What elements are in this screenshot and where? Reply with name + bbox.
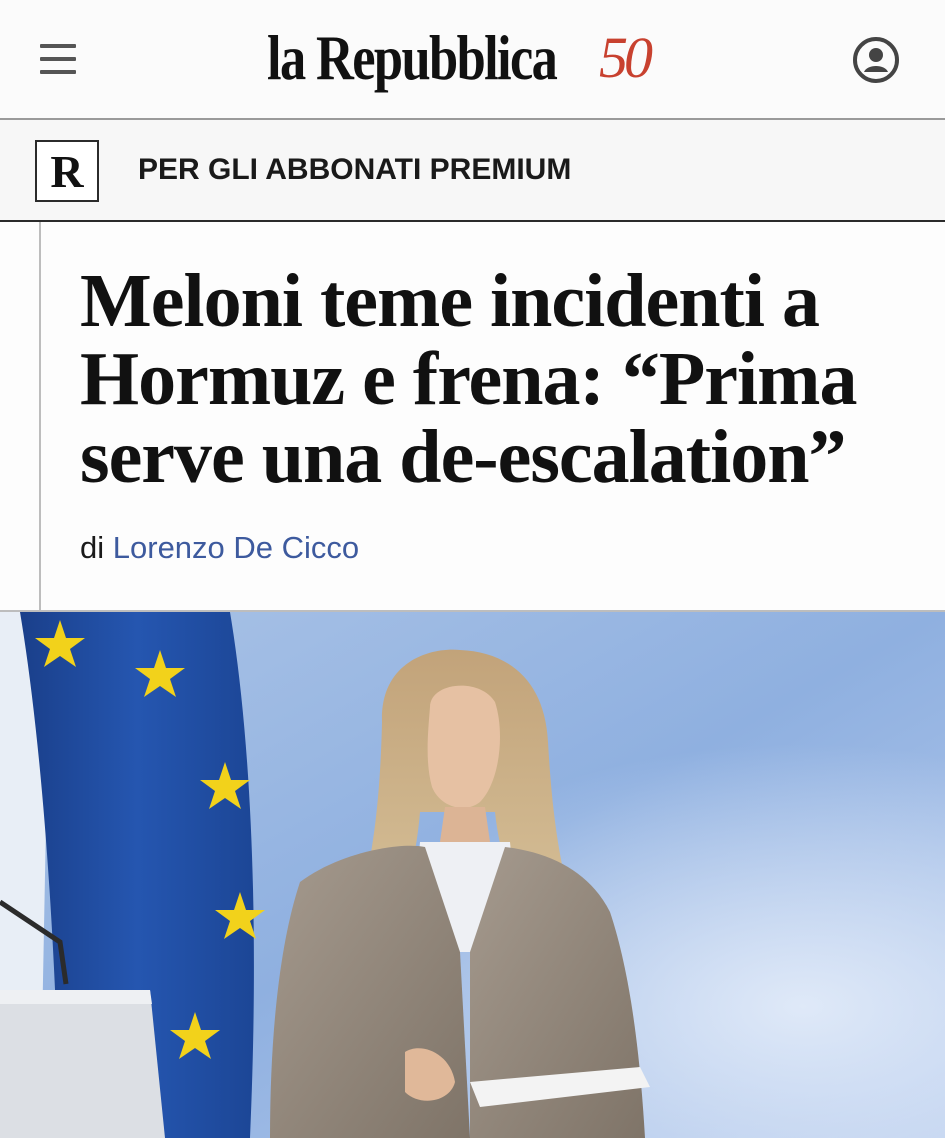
headline-line-3: serve una de-escalation”	[80, 415, 846, 499]
repubblica-r-badge-icon: R	[35, 140, 99, 202]
premium-banner: R PER GLI ABBONATI PREMIUM	[0, 120, 945, 222]
byline-prefix: di	[80, 530, 105, 565]
headline-line-2: Hormuz e frena: “Prima	[80, 337, 857, 421]
author-link[interactable]: Lorenzo De Cicco	[113, 530, 359, 565]
logo-wordmark: la Repubblica	[267, 22, 558, 93]
article-photo	[0, 612, 945, 1138]
premium-label: PER GLI ABBONATI PREMIUM	[138, 153, 572, 186]
site-logo[interactable]: la Repubblica 50	[267, 18, 653, 98]
top-bar: la Repubblica 50	[0, 0, 945, 120]
left-rule	[39, 222, 41, 610]
hamburger-menu-icon[interactable]	[40, 44, 78, 74]
user-account-icon[interactable]	[851, 35, 901, 85]
headline-line-1: Meloni teme incidenti a	[80, 259, 820, 343]
logo-anniversary-mark: 50	[599, 25, 653, 90]
article-headline: Meloni teme incidenti a Hormuz e frena: …	[80, 262, 930, 496]
byline: di Lorenzo De Cicco	[80, 530, 359, 566]
article-header: Meloni teme incidenti a Hormuz e frena: …	[0, 222, 945, 612]
